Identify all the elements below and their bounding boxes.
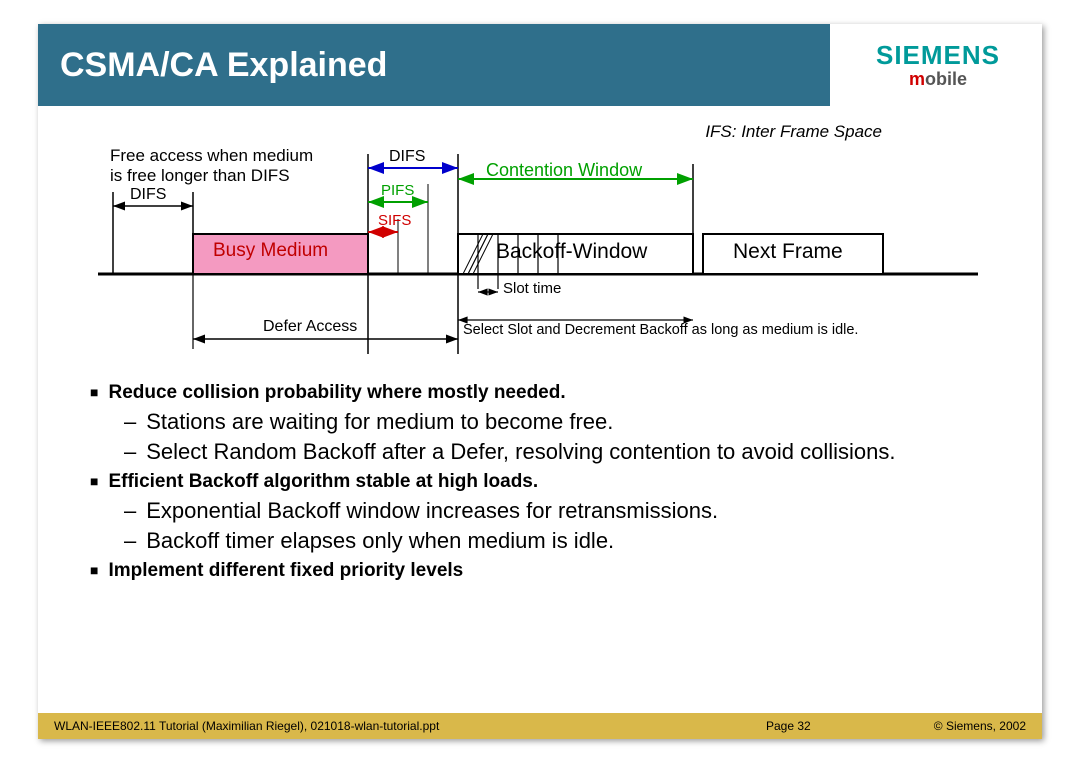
pifs-label: PIFS: [381, 182, 414, 199]
bullet-1b: Select Random Backoff after a Defer, res…: [124, 438, 990, 466]
footer: WLAN-IEEE802.11 Tutorial (Maximilian Rie…: [38, 713, 1042, 739]
mobile-logo: mobile: [909, 69, 967, 90]
title-bar: CSMA/CA Explained: [38, 24, 830, 106]
bullet-2a: Exponential Backoff window increases for…: [124, 497, 990, 525]
bullet-1a: Stations are waiting for medium to becom…: [124, 408, 990, 436]
timing-diagram: IFS: Inter Frame Space Free access when …: [98, 124, 1002, 374]
difs-top-label: DIFS: [389, 148, 425, 166]
logo-box: SIEMENS mobile: [830, 24, 1042, 106]
footer-left: WLAN-IEEE802.11 Tutorial (Maximilian Rie…: [54, 719, 766, 733]
siemens-logo: SIEMENS: [876, 40, 1000, 71]
footer-page: Page 32: [766, 719, 886, 733]
bullet-1: Reduce collision probability where mostl…: [90, 382, 990, 404]
difs-left-label: DIFS: [130, 186, 166, 204]
sifs-label: SIFS: [378, 212, 411, 229]
busy-label: Busy Medium: [213, 240, 328, 262]
next-frame-label: Next Frame: [733, 240, 843, 264]
slide-title: CSMA/CA Explained: [60, 46, 387, 85]
footer-copyright: © Siemens, 2002: [886, 719, 1026, 733]
select-slot-note: Select Slot and Decrement Backoff as lon…: [463, 322, 858, 338]
contention-label: Contention Window: [486, 160, 642, 181]
bullet-2b: Backoff timer elapses only when medium i…: [124, 527, 990, 555]
slot-time-label: Slot time: [503, 280, 561, 297]
backoff-label: Backoff-Window: [496, 240, 647, 264]
slide: CSMA/CA Explained SIEMENS mobile IFS: In…: [38, 24, 1042, 739]
header: CSMA/CA Explained SIEMENS mobile: [38, 24, 1042, 106]
bullet-content: Reduce collision probability where mostl…: [38, 382, 1042, 582]
bullet-3: Implement different fixed priority level…: [90, 560, 990, 582]
bullet-2: Efficient Backoff algorithm stable at hi…: [90, 471, 990, 493]
defer-label: Defer Access: [263, 318, 357, 336]
